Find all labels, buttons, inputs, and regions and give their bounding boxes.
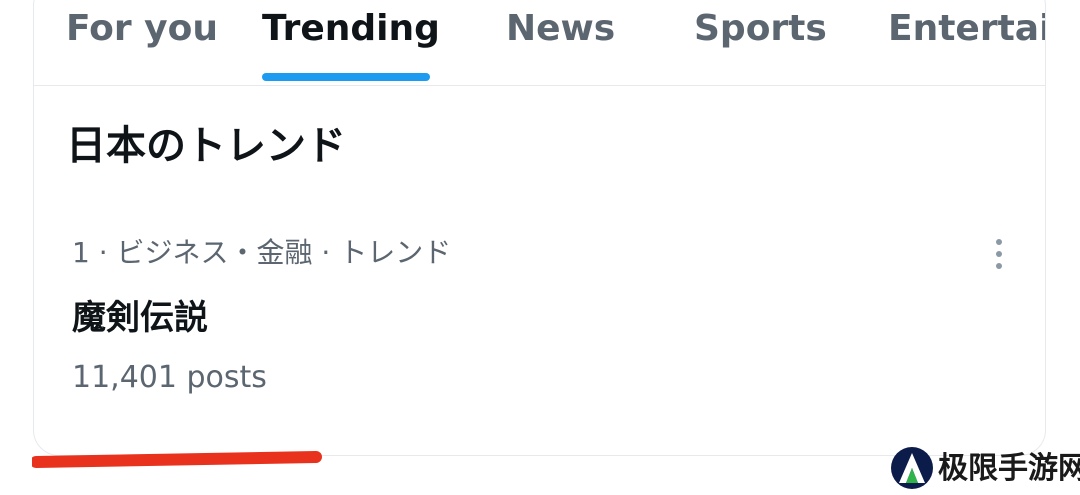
red-underline-annotation xyxy=(32,451,322,468)
section-title: 日本のトレンド xyxy=(66,123,346,169)
trend-meta: 1 · ビジネス・金融 · トレンド xyxy=(72,236,452,269)
more-dot xyxy=(996,251,1002,257)
watermark-text: 极限手游网 xyxy=(938,451,1080,486)
tab-sports[interactable]: Sports xyxy=(694,7,827,51)
more-vertical-icon[interactable] xyxy=(987,235,1011,275)
more-dot xyxy=(996,239,1002,245)
trend-name: 魔剣伝説 xyxy=(72,298,208,338)
tab-trending[interactable]: Trending xyxy=(262,7,440,51)
tab-bar: For you Trending News Sports Entertain xyxy=(34,1,1045,86)
trend-post-count: 11,401 posts xyxy=(72,360,267,395)
tab-entertainment[interactable]: Entertain xyxy=(888,7,1045,51)
tab-news[interactable]: News xyxy=(506,7,615,51)
screenshot-stage: For you Trending News Sports Entertain 日… xyxy=(0,0,1080,495)
more-dot xyxy=(996,263,1002,269)
explore-card: For you Trending News Sports Entertain 日… xyxy=(33,0,1046,456)
watermark: 极限手游网 xyxy=(890,446,1080,492)
trend-item[interactable]: 1 · ビジネス・金融 · トレンド 魔剣伝説 11,401 posts xyxy=(34,219,1045,419)
mountain-logo-icon xyxy=(891,447,933,489)
active-tab-indicator xyxy=(262,73,430,81)
tab-for-you[interactable]: For you xyxy=(66,7,218,51)
